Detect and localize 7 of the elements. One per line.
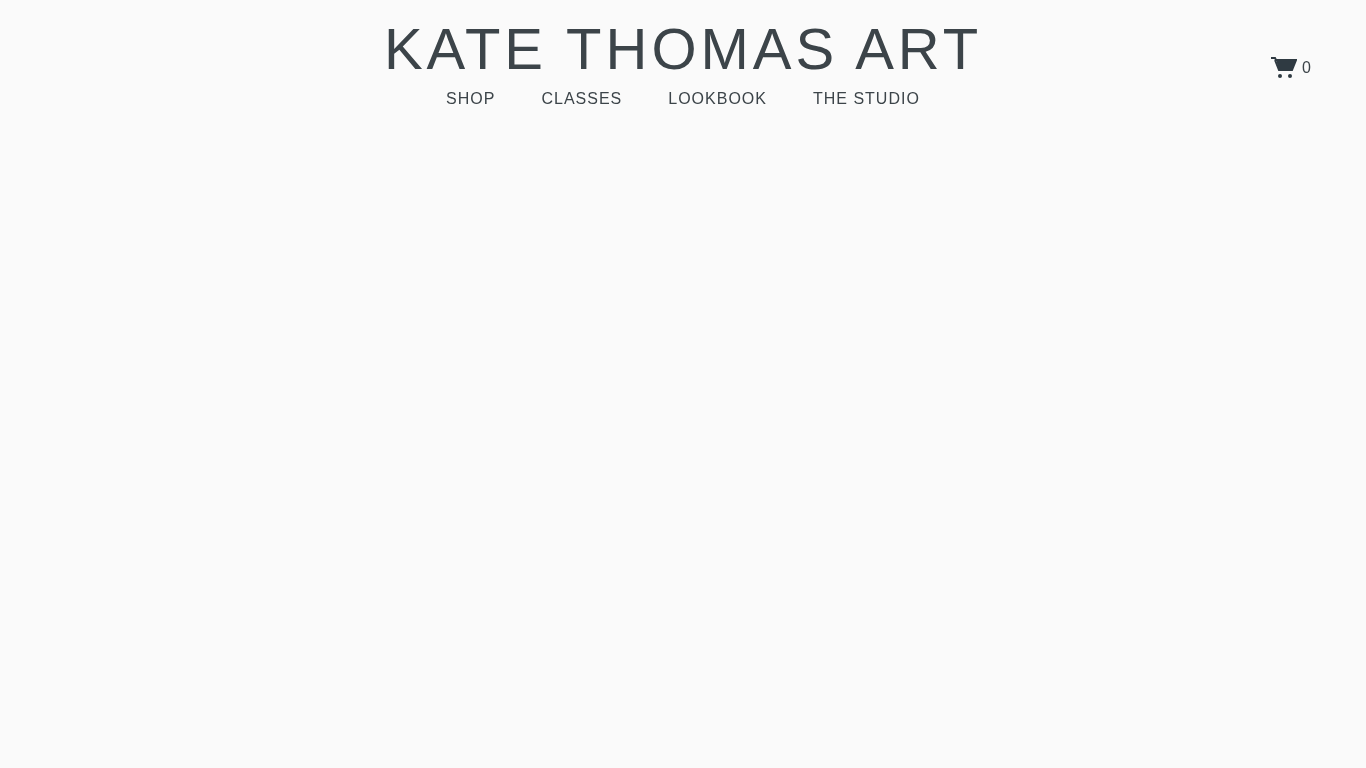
nav-link[interactable]: LOOKBOOK [668,90,767,108]
cart-icon [1271,57,1298,79]
nav-link[interactable]: CLASSES [541,90,623,108]
nav-link[interactable]: SHOP [446,90,496,108]
site-title[interactable]: KATE THOMAS ART [383,16,983,82]
cart-link[interactable]: 0 [1271,57,1311,79]
nav-link[interactable]: THE STUDIO [812,90,920,108]
